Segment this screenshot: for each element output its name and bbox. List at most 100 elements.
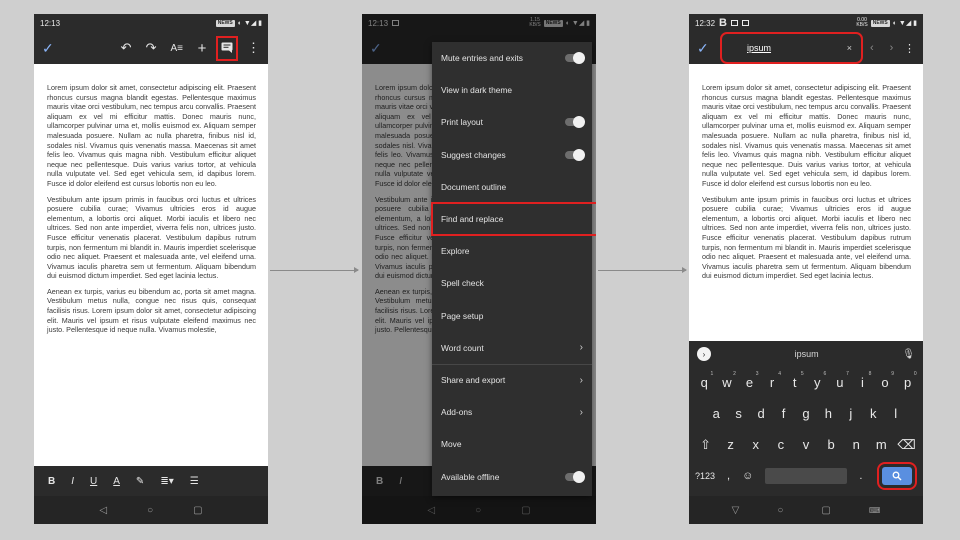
key-i[interactable]: i8 bbox=[853, 371, 871, 390]
home-icon[interactable]: ○ bbox=[777, 505, 783, 516]
key-special[interactable]: ⇧ bbox=[697, 437, 715, 453]
check-icon[interactable]: ✓ bbox=[697, 40, 715, 57]
screen-2-menu: 12:13 1.15 KB/S NEWS ◐ ▼◢ ▮ ✓ Lorem ipsu… bbox=[362, 14, 596, 524]
key-label: m bbox=[875, 437, 887, 452]
italic-button[interactable]: I bbox=[71, 476, 74, 487]
menu-item-view-in-dark-theme[interactable]: View in dark theme bbox=[432, 74, 592, 106]
space-key[interactable] bbox=[765, 467, 848, 484]
menu-item-spell-check[interactable]: Spell check bbox=[432, 267, 592, 299]
key-x[interactable]: x bbox=[747, 437, 765, 452]
recents-icon[interactable]: ▢ bbox=[193, 505, 202, 516]
menu-item-add-ons[interactable]: Add-ons › bbox=[432, 396, 592, 428]
suggestion-expand-icon[interactable]: › bbox=[697, 347, 711, 361]
menu-item-label: View in dark theme bbox=[441, 85, 513, 96]
net-speed-unit: KB/S bbox=[856, 22, 868, 28]
toggle-switch[interactable] bbox=[565, 52, 585, 65]
key-w[interactable]: w2 bbox=[718, 371, 736, 390]
home-icon[interactable]: ○ bbox=[147, 505, 153, 516]
text-format-icon[interactable]: A≡ bbox=[170, 43, 183, 54]
text-color-button[interactable]: A bbox=[113, 476, 120, 487]
symbols-key[interactable]: ?123 bbox=[695, 471, 715, 481]
menu-item-label: Add-ons bbox=[441, 407, 473, 418]
menu-item-print-layout[interactable]: Print layout bbox=[432, 106, 592, 138]
key-k[interactable]: k bbox=[864, 406, 882, 421]
key-u[interactable]: u7 bbox=[831, 371, 849, 390]
undo-icon[interactable]: ↶ bbox=[121, 40, 132, 56]
previous-match-icon[interactable]: ‹ bbox=[870, 42, 874, 54]
suggestion-strip: › ipsum 🎙 bbox=[689, 341, 923, 367]
android-nav: ◁ ○ ▢ bbox=[34, 496, 268, 524]
comma-key[interactable]: , bbox=[727, 470, 730, 482]
back-icon[interactable]: ▽ bbox=[732, 505, 740, 516]
document-body[interactable]: Lorem ipsum dolor sit amet, consectetur … bbox=[34, 64, 268, 476]
menu-item-mute-entries-and-exits[interactable]: Mute entries and exits bbox=[432, 42, 592, 74]
clear-icon[interactable]: × bbox=[847, 43, 852, 53]
key-r[interactable]: r4 bbox=[763, 371, 781, 390]
bold-button[interactable]: B bbox=[48, 476, 55, 487]
key-g[interactable]: g bbox=[797, 406, 815, 421]
toggle-switch[interactable] bbox=[565, 470, 585, 483]
key-t[interactable]: t5 bbox=[786, 371, 804, 390]
key-a[interactable]: a bbox=[707, 406, 725, 421]
mic-icon[interactable]: 🎙 bbox=[902, 349, 915, 360]
menu-item-word-count[interactable]: Word count › bbox=[432, 332, 592, 364]
key-e[interactable]: e3 bbox=[740, 371, 759, 390]
notification-icon bbox=[730, 20, 738, 26]
news-chip: NEWS bbox=[870, 19, 890, 27]
key-special[interactable]: ⌫ bbox=[897, 437, 915, 453]
key-label: l bbox=[894, 406, 898, 421]
status-time: 12:13 bbox=[40, 18, 61, 28]
comment-icon[interactable] bbox=[216, 35, 238, 61]
suggestion-word[interactable]: ipsum bbox=[711, 349, 902, 359]
keyboard-search-button[interactable] bbox=[877, 461, 918, 490]
plus-icon[interactable]: + bbox=[197, 40, 207, 57]
period-key[interactable]: . bbox=[859, 470, 862, 482]
toggle-switch[interactable] bbox=[565, 116, 585, 129]
menu-item-available-offline[interactable]: Available offline bbox=[432, 460, 592, 492]
align-icon[interactable]: ≣▾ bbox=[160, 476, 173, 487]
emoji-key[interactable]: ☺ bbox=[742, 470, 753, 482]
highlight-icon[interactable]: ✎ bbox=[136, 476, 144, 487]
key-p[interactable]: p0 bbox=[899, 371, 917, 390]
menu-item-suggest-changes[interactable]: Suggest changes bbox=[432, 139, 592, 171]
next-match-icon[interactable]: › bbox=[890, 42, 894, 54]
key-n[interactable]: n bbox=[847, 437, 865, 452]
key-j[interactable]: j bbox=[842, 406, 860, 421]
key-d[interactable]: d bbox=[752, 406, 770, 421]
key-o[interactable]: o9 bbox=[876, 371, 894, 390]
more-vert-icon[interactable]: ⋮ bbox=[247, 40, 260, 56]
keyboard-switch-icon[interactable]: ⌨ bbox=[869, 506, 881, 515]
key-v[interactable]: v bbox=[797, 437, 815, 452]
redo-icon[interactable]: ↷ bbox=[146, 40, 157, 56]
key-b[interactable]: b bbox=[822, 437, 840, 452]
menu-item-find-and-replace[interactable]: Find and replace bbox=[431, 201, 596, 237]
recents-icon[interactable]: ▢ bbox=[821, 505, 830, 516]
back-icon[interactable]: ◁ bbox=[99, 505, 107, 516]
chevron-right-icon: › bbox=[579, 374, 583, 386]
b-notification-icon: B bbox=[719, 17, 727, 29]
list-icon[interactable]: ☰ bbox=[190, 476, 199, 487]
key-m[interactable]: m bbox=[872, 437, 890, 452]
find-input[interactable]: ipsum × bbox=[720, 32, 863, 64]
menu-item-explore[interactable]: Explore bbox=[432, 235, 592, 267]
key-s[interactable]: s bbox=[730, 406, 748, 421]
key-q[interactable]: q1 bbox=[695, 371, 714, 390]
key-row-3: ⇧ z x c v b n m ⌫ bbox=[689, 429, 923, 460]
menu-item-page-setup[interactable]: Page setup bbox=[432, 300, 592, 332]
key-h[interactable]: h bbox=[819, 406, 837, 421]
key-f[interactable]: f bbox=[775, 406, 793, 421]
toggle-switch[interactable] bbox=[565, 148, 585, 161]
key-c[interactable]: c bbox=[772, 437, 790, 452]
menu-item-share-and-export[interactable]: Share and export › bbox=[432, 363, 592, 396]
menu-item-move[interactable]: Move bbox=[432, 428, 592, 460]
menu-item-label: Mute entries and exits bbox=[441, 53, 523, 64]
underline-button[interactable]: U bbox=[90, 476, 97, 487]
key-label: ⌫ bbox=[897, 436, 916, 452]
key-l[interactable]: l bbox=[887, 406, 905, 421]
key-z[interactable]: z bbox=[722, 437, 740, 452]
check-icon[interactable]: ✓ bbox=[42, 40, 60, 57]
more-vert-icon[interactable]: ⋮ bbox=[904, 42, 915, 55]
key-y[interactable]: y6 bbox=[808, 371, 826, 390]
status-icons: ◐ ▼◢ ▮ bbox=[237, 20, 262, 27]
menu-item-document-outline[interactable]: Document outline bbox=[432, 171, 592, 203]
